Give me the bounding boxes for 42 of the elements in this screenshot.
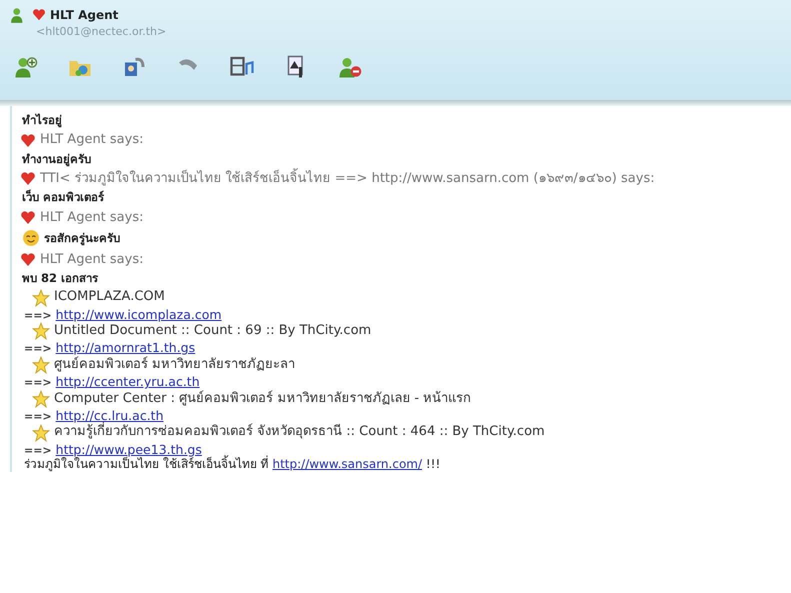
message-text: เว็บ คอมพิวเตอร์ [21,188,106,206]
result-title: ความรู้เกี่ยวกับการซ่อมคอมพิวเตอร์ จังหวัดอุดรธานี :: Count : 464 :: By ThCity.com [54,424,545,441]
arrow-text: ==> [24,444,52,456]
message-text: ทำงานอยู่ครับ [21,150,92,168]
add-contact-icon[interactable] [14,54,38,78]
heart-icon [20,132,36,149]
smiley-icon [22,228,40,247]
sender-line: HLT Agent says: [40,208,144,226]
message-text: ทำไรอยู่ [21,112,63,130]
sender-line: TTI< ร่วมภูมิใจในความเป็นไทย ใช้เสิร์ชเอ็นจิ้นไทย ==> http://www.sansarn.com (๑๖๙๓/๑๔๖๐) says: [40,169,655,188]
result-title: ICOMPLAZA.COM [54,289,165,306]
result-title: Computer Center : ศูนย์คอมพิวเตอร์ มหาวิทยาลัยราชภัฏเลย - หน้าแรก [54,390,472,407]
heart-icon [20,171,36,188]
exclamation-text: !!! [426,457,440,472]
result-link[interactable]: http://www.pee13.th.gs [56,442,202,456]
contact-email: <hlt001@nectec.or.th> [36,24,168,40]
heart-icon [20,210,36,226]
arrow-text: ==> [24,410,52,423]
sansarn-link[interactable]: http://www.sansarn.com/ [272,457,422,472]
star-icon [32,424,50,442]
star-icon [32,390,50,408]
contact-name: HLT Agent [50,7,118,24]
arrow-text: ==> [24,308,52,322]
heart-icon [32,8,46,22]
result-link[interactable]: http://ccenter.yru.ac.th [56,374,200,389]
sender-line: HLT Agent says: [40,131,144,149]
heart-icon [20,252,36,268]
result-link[interactable]: http://cc.lru.ac.th [56,408,164,423]
film-music-icon[interactable] [230,54,254,78]
result-link[interactable]: http://amornrat1.th.gs [56,340,196,356]
star-icon [32,322,50,340]
result-link[interactable]: http://www.icomplaza.com [56,306,222,322]
result-title: ศูนย์คอมพิวเตอร์ มหาวิทยาลัยราชภัฏยะลา [54,356,296,374]
footer-text: ร่วมภูมิใจในความเป็นไทย ใช้เสิร์ชเอ็นจิ้นไทย ที่ [24,457,269,472]
arrow-text: ==> [24,376,52,389]
sender-line: HLT Agent says: [40,250,144,268]
message-text: รอสักครู่นะครับ [44,230,120,246]
result-title: Untitled Document :: Count : 69 :: By ThCity.com [54,323,372,340]
star-icon [32,356,50,374]
arrow-text: ==> [24,342,52,356]
message-text: พบ 82 เอกสาร [21,270,100,288]
star-icon [32,288,50,306]
